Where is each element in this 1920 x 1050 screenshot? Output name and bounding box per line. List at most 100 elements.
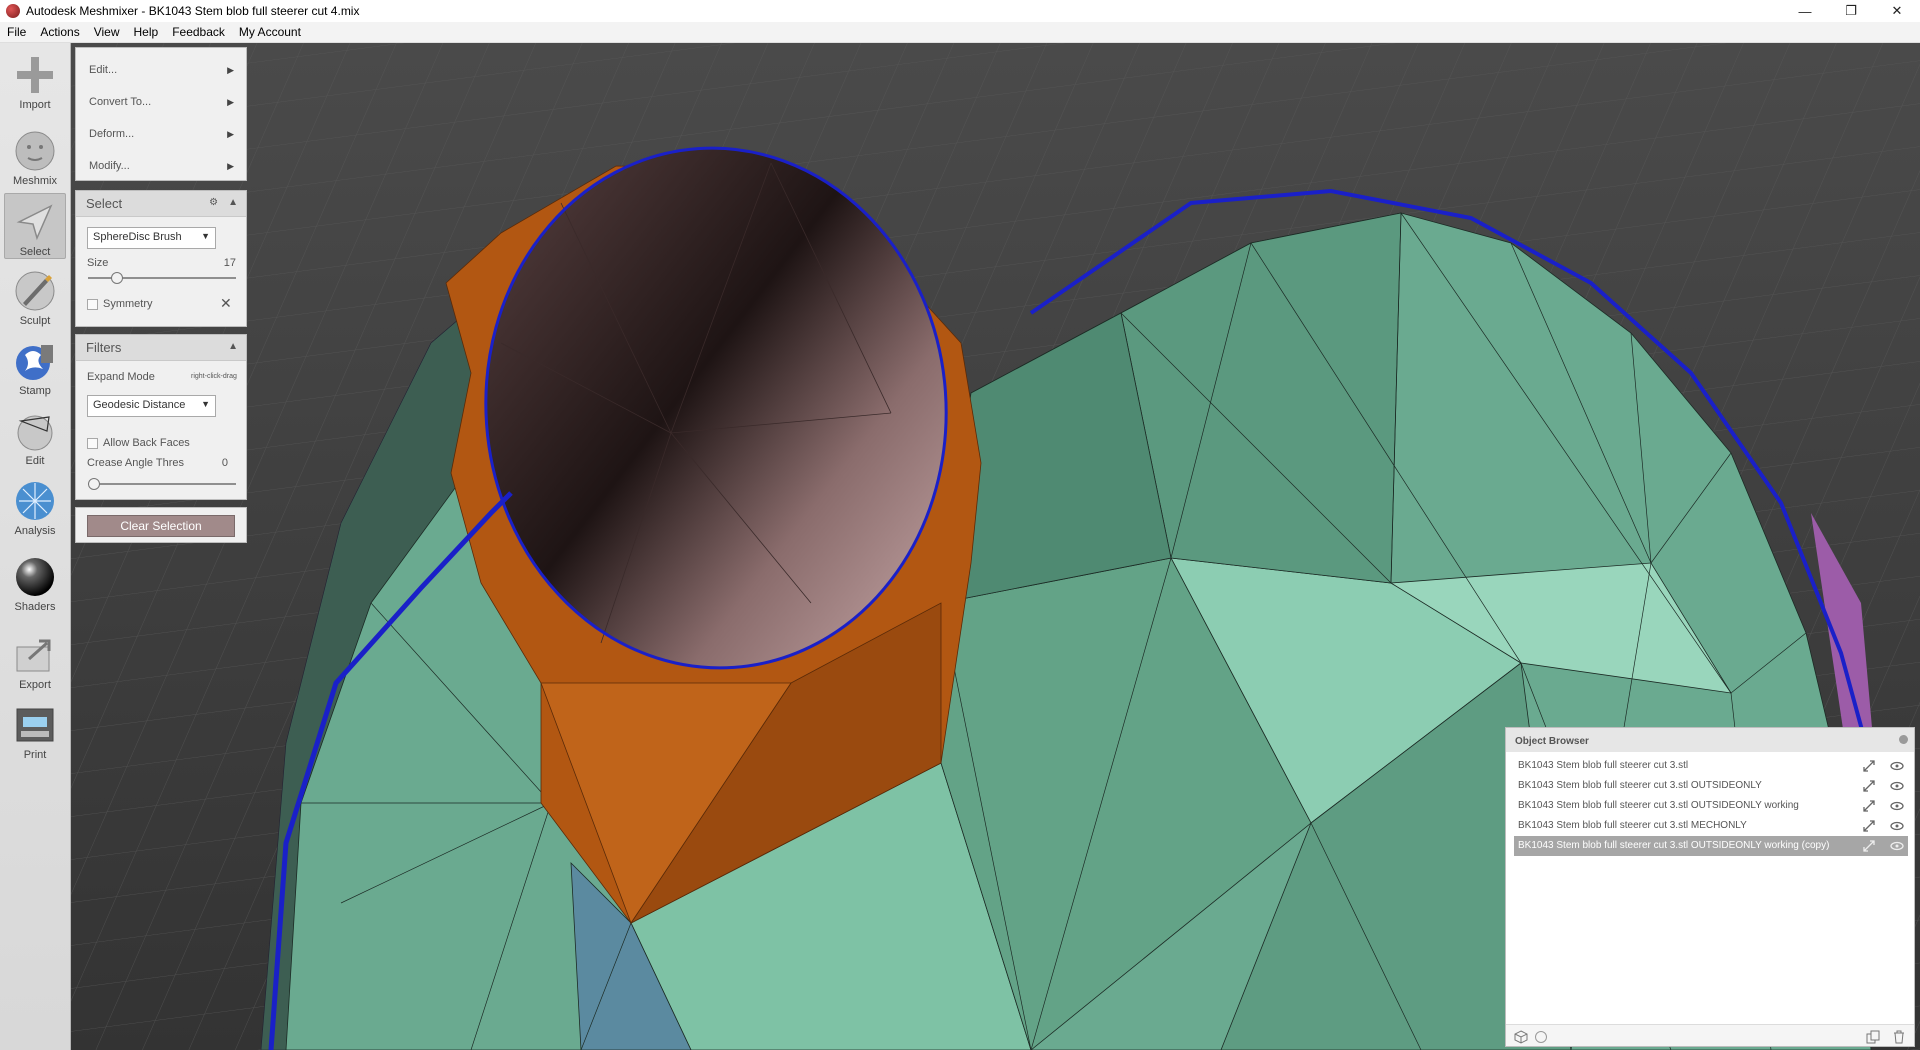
- menu-view[interactable]: View: [87, 22, 127, 43]
- menu-feedback[interactable]: Feedback: [165, 22, 232, 43]
- window-title: Autodesk Meshmixer - BK1043 Stem blob fu…: [26, 4, 360, 18]
- close-button[interactable]: ✕: [1874, 0, 1920, 22]
- maximize-button[interactable]: ❐: [1828, 0, 1874, 22]
- object-name: BK1043 Stem blob full steerer cut 3.stl …: [1518, 780, 1762, 791]
- clear-selection-button[interactable]: Clear Selection: [87, 515, 235, 537]
- object-browser-footer: [1506, 1024, 1914, 1046]
- tool-select-label: Select: [19, 246, 51, 258]
- object-row-icons: [1862, 759, 1904, 773]
- expand-mode-dropdown[interactable]: Geodesic Distance ▼: [87, 395, 216, 417]
- action-modify-label: Modify...: [89, 160, 130, 172]
- print-icon: [16, 708, 54, 742]
- minimize-button[interactable]: —: [1782, 0, 1828, 22]
- close-icon[interactable]: [1899, 735, 1908, 744]
- object-name: BK1043 Stem blob full steerer cut 3.stl: [1518, 760, 1689, 771]
- tool-analysis-label: Analysis: [14, 525, 56, 537]
- expand-mode-label: Expand Mode: [87, 371, 155, 383]
- transform-icon[interactable]: [1862, 799, 1876, 813]
- expand-mode-hint: right-click-drag: [191, 373, 237, 380]
- tool-edit[interactable]: Edit: [4, 403, 66, 469]
- chevron-down-icon: ▼: [201, 231, 210, 241]
- size-slider[interactable]: [88, 272, 236, 284]
- tool-shaders-label: Shaders: [14, 601, 56, 613]
- transform-icon[interactable]: [1862, 819, 1876, 833]
- collapse-up-icon[interactable]: ▲: [228, 341, 238, 352]
- tool-select[interactable]: Select: [4, 193, 66, 259]
- size-value: 17: [223, 257, 236, 269]
- tool-export[interactable]: Export: [4, 627, 66, 693]
- object-list-item[interactable]: BK1043 Stem blob full steerer cut 3.stl: [1514, 756, 1908, 776]
- eye-visibility-icon[interactable]: [1890, 799, 1904, 813]
- menu-actions[interactable]: Actions: [33, 22, 86, 43]
- crease-angle-slider[interactable]: [88, 478, 236, 490]
- eye-visibility-icon[interactable]: [1890, 779, 1904, 793]
- submenu-arrow-icon: ▶: [227, 160, 234, 171]
- eye-visibility-icon[interactable]: [1890, 839, 1904, 853]
- action-modify[interactable]: Modify... ▶: [76, 150, 246, 182]
- submenu-arrow-icon: ▶: [227, 64, 234, 75]
- tool-edit-label: Edit: [25, 455, 45, 467]
- menu-file[interactable]: File: [0, 22, 33, 43]
- object-row-icons: [1862, 819, 1904, 833]
- trash-icon[interactable]: [1892, 1030, 1906, 1044]
- size-slider-thumb[interactable]: [111, 272, 124, 284]
- transform-icon[interactable]: [1862, 839, 1876, 853]
- transform-icon[interactable]: [1862, 759, 1876, 773]
- menu-my-account[interactable]: My Account: [232, 22, 308, 43]
- cube-icon[interactable]: [1514, 1030, 1528, 1044]
- gear-icon[interactable]: ⚙: [209, 197, 218, 208]
- symmetry-checkbox[interactable]: [87, 299, 98, 310]
- allow-back-faces-checkbox[interactable]: [87, 438, 98, 449]
- eye-visibility-icon[interactable]: [1890, 759, 1904, 773]
- symmetry-tool-icon[interactable]: ✕: [220, 295, 232, 312]
- sphere-icon[interactable]: [1534, 1030, 1548, 1044]
- tool-shaders[interactable]: Shaders: [4, 549, 66, 615]
- object-browser-title: Object Browser: [1515, 736, 1589, 747]
- analysis-icon: [16, 482, 54, 520]
- tool-sculpt[interactable]: Sculpt: [4, 263, 66, 329]
- tool-import[interactable]: Import: [4, 47, 66, 113]
- object-list-item[interactable]: BK1043 Stem blob full steerer cut 3.stl …: [1514, 836, 1908, 856]
- tool-analysis[interactable]: Analysis: [4, 473, 66, 539]
- sculpt-brush-icon: [15, 271, 55, 311]
- collapse-up-icon[interactable]: ▲: [228, 197, 238, 208]
- object-row-icons: [1862, 799, 1904, 813]
- tool-sculpt-label: Sculpt: [19, 315, 51, 327]
- left-toolbar: Import Meshmix Select Sculpt Stamp Edit …: [0, 43, 71, 1050]
- tool-meshmix[interactable]: Meshmix: [4, 123, 66, 189]
- plus-icon: [17, 57, 53, 93]
- select-panel-title: Select: [86, 196, 123, 211]
- clear-selection-panel: Clear Selection: [75, 507, 247, 543]
- stamp-icon: [16, 345, 53, 380]
- meshmix-face-icon: [15, 131, 55, 171]
- menu-bar: File Actions View Help Feedback My Accou…: [0, 22, 1920, 43]
- symmetry-label: Symmetry: [103, 298, 153, 310]
- object-list-item[interactable]: BK1043 Stem blob full steerer cut 3.stl …: [1514, 796, 1908, 816]
- action-deform[interactable]: Deform... ▶: [76, 118, 246, 150]
- tool-print[interactable]: Print: [4, 697, 66, 763]
- brush-type-dropdown[interactable]: SphereDisc Brush ▼: [87, 227, 216, 249]
- select-panel-header: Select ⚙ ▲: [76, 191, 246, 217]
- duplicate-icon[interactable]: [1866, 1030, 1880, 1044]
- brush-type-value: SphereDisc Brush: [93, 231, 182, 243]
- action-convert-to-label: Convert To...: [89, 96, 152, 108]
- action-edit-label: Edit...: [89, 64, 118, 76]
- tool-stamp[interactable]: Stamp: [4, 333, 66, 399]
- transform-icon[interactable]: [1862, 779, 1876, 793]
- eye-visibility-icon[interactable]: [1890, 819, 1904, 833]
- filters-panel: Filters ▲ Expand Mode right-click-drag G…: [75, 334, 247, 500]
- tool-print-label: Print: [23, 749, 47, 761]
- action-convert-to[interactable]: Convert To... ▶: [76, 86, 246, 118]
- action-edit[interactable]: Edit... ▶: [76, 54, 246, 86]
- menu-help[interactable]: Help: [127, 22, 166, 43]
- chevron-down-icon: ▼: [201, 399, 210, 409]
- object-list-item[interactable]: BK1043 Stem blob full steerer cut 3.stl …: [1514, 816, 1908, 836]
- crease-angle-slider-thumb[interactable]: [88, 478, 100, 490]
- size-label: Size: [87, 257, 109, 269]
- shader-sphere-icon: [16, 558, 54, 596]
- submenu-arrow-icon: ▶: [227, 128, 234, 139]
- export-icon: [16, 639, 51, 672]
- crease-angle-value: 0: [221, 457, 228, 469]
- object-name: BK1043 Stem blob full steerer cut 3.stl …: [1518, 800, 1799, 811]
- object-list-item[interactable]: BK1043 Stem blob full steerer cut 3.stl …: [1514, 776, 1908, 796]
